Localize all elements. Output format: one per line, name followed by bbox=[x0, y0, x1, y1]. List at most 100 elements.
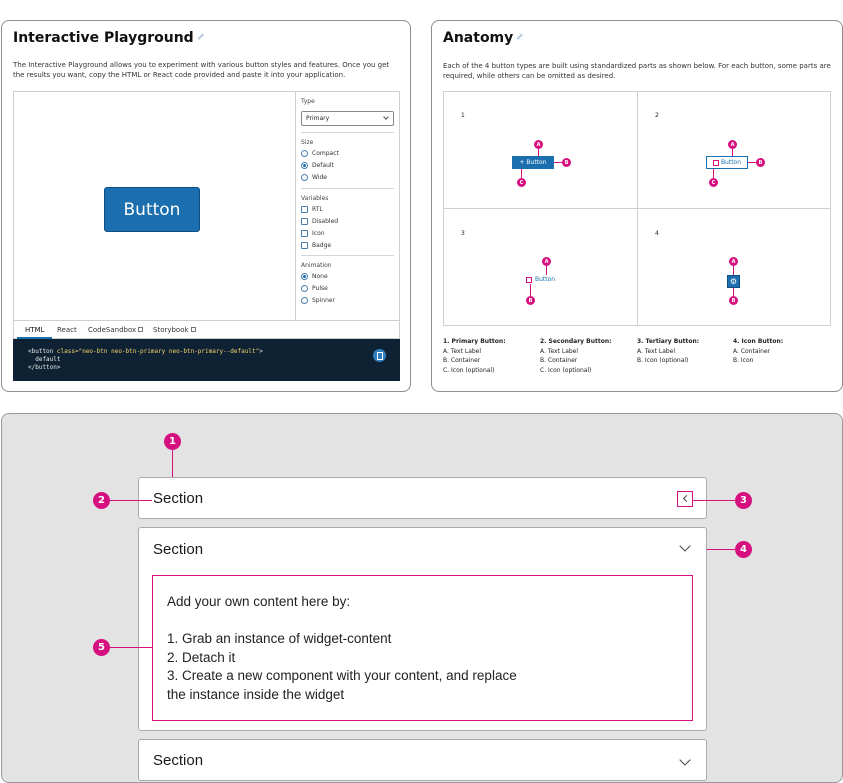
tab-react[interactable]: React bbox=[57, 326, 77, 334]
option-label: RTL bbox=[312, 206, 323, 213]
code-line: </button> bbox=[28, 364, 61, 371]
marker-b: B bbox=[729, 296, 738, 305]
legend-item: C. Icon (optional) bbox=[540, 366, 592, 374]
radio-icon bbox=[301, 174, 308, 181]
size-label: Size bbox=[301, 139, 314, 146]
code-snippet[interactable]: <button class="neo-btn neo-btn-primary n… bbox=[13, 339, 400, 381]
type-select[interactable]: Primary bbox=[301, 111, 394, 126]
legend-item: C. Icon (optional) bbox=[443, 366, 495, 374]
section-title: Section bbox=[153, 541, 204, 558]
code-token: > bbox=[259, 348, 263, 355]
marker-a: A bbox=[542, 257, 551, 266]
legend-title: 1. Primary Button: bbox=[443, 338, 506, 345]
edit-pencil-icon[interactable] bbox=[516, 33, 527, 43]
legend-title: 4. Icon Button: bbox=[733, 338, 784, 345]
mini-label: Button bbox=[526, 159, 547, 166]
preview-area: Button bbox=[14, 92, 295, 320]
mini-label: Button bbox=[535, 276, 556, 283]
external-link-icon bbox=[138, 327, 144, 332]
marker-a: A bbox=[728, 140, 737, 149]
chevron-left-icon[interactable] bbox=[677, 491, 693, 507]
option-label: Disabled bbox=[312, 218, 339, 225]
legend-item: A. Text Label bbox=[540, 347, 579, 355]
variables-label: Variables bbox=[301, 195, 329, 202]
marker-4: 4 bbox=[735, 541, 752, 558]
marker-b: B bbox=[562, 158, 571, 167]
mini-label: Button bbox=[720, 159, 742, 166]
size-option-compact[interactable]: Compact bbox=[301, 150, 339, 157]
legend-item: B. Container bbox=[540, 357, 578, 364]
options-panel: Type Primary Size Compact Default Wide V… bbox=[295, 92, 400, 320]
anatomy-title: Anatomy bbox=[443, 30, 527, 46]
size-option-default[interactable]: Default bbox=[301, 162, 334, 169]
legend-item: A. Text Label bbox=[443, 347, 482, 355]
code-token: class= bbox=[56, 348, 79, 355]
marker-1: 1 bbox=[164, 433, 181, 450]
marker-5: 5 bbox=[93, 639, 110, 656]
size-option-wide[interactable]: Wide bbox=[301, 174, 327, 181]
radio-selected-icon bbox=[301, 162, 308, 169]
cell-number: 4 bbox=[655, 230, 659, 237]
divider bbox=[444, 208, 830, 209]
anatomy-grid: 1 + Button A B C 2 Button A B C 3 Button… bbox=[443, 91, 831, 326]
chevron-down-icon[interactable] bbox=[679, 540, 691, 552]
divider bbox=[301, 255, 394, 256]
variable-rtl[interactable]: RTL bbox=[301, 206, 323, 213]
legend-item: B. Icon bbox=[733, 357, 754, 364]
copy-icon[interactable] bbox=[373, 349, 386, 362]
plus-icon bbox=[712, 159, 719, 166]
marker-line bbox=[172, 450, 173, 477]
anatomy-primary-button: + Button bbox=[512, 156, 554, 169]
accordion-section-collapsed[interactable]: Section bbox=[138, 477, 707, 519]
anatomy-tertiary-button: Button bbox=[526, 276, 555, 283]
type-select-value: Primary bbox=[306, 115, 330, 122]
animation-option-spinner[interactable]: Spinner bbox=[301, 297, 335, 304]
cell-number: 1 bbox=[461, 112, 465, 119]
marker-line bbox=[748, 162, 756, 163]
option-label: Compact bbox=[312, 150, 339, 157]
animation-option-pulse[interactable]: Pulse bbox=[301, 285, 328, 292]
plus-icon bbox=[526, 276, 532, 283]
preview-button[interactable]: Button bbox=[104, 187, 200, 232]
accordion-section-expanded[interactable]: Section Add your own content here by: 1.… bbox=[138, 527, 707, 731]
checkbox-icon bbox=[301, 230, 308, 237]
marker-line bbox=[110, 647, 152, 648]
chevron-down-icon[interactable] bbox=[679, 754, 691, 766]
anatomy-secondary-button: Button bbox=[706, 156, 748, 169]
checkbox-icon bbox=[301, 206, 308, 213]
marker-2: 2 bbox=[93, 492, 110, 509]
variable-icon[interactable]: Icon bbox=[301, 230, 325, 237]
option-label: Icon bbox=[312, 230, 325, 237]
chevron-down-icon bbox=[383, 114, 389, 120]
radio-icon bbox=[301, 285, 308, 292]
marker-line bbox=[713, 169, 714, 178]
playground-stage: Button Type Primary Size Compact Default… bbox=[13, 91, 400, 339]
tab-storybook[interactable]: Storybook bbox=[153, 326, 196, 334]
radio-icon bbox=[301, 297, 308, 304]
accordion-section-partial[interactable]: Section bbox=[138, 739, 707, 781]
variable-badge[interactable]: Badge bbox=[301, 242, 331, 249]
edit-pencil-icon[interactable] bbox=[197, 33, 208, 43]
tab-label: Storybook bbox=[153, 326, 189, 334]
tab-html[interactable]: HTML bbox=[17, 326, 53, 339]
divider bbox=[301, 132, 394, 133]
external-link-icon bbox=[190, 327, 196, 332]
marker-line bbox=[538, 149, 539, 156]
legend-icon: 4. Icon Button: A. Container B. Icon bbox=[733, 337, 783, 366]
code-token: "neo-btn neo-btn-primary neo-btn-primary… bbox=[78, 348, 260, 355]
marker-a: A bbox=[534, 140, 543, 149]
marker-line bbox=[530, 284, 531, 296]
widget-anatomy-area: 1 Section 2 3 Section Add your own conte… bbox=[1, 413, 843, 783]
tab-codesandbox[interactable]: CodeSandbox bbox=[88, 326, 144, 334]
cell-number: 3 bbox=[461, 230, 465, 237]
marker-c: C bbox=[517, 178, 526, 187]
animation-option-none[interactable]: None bbox=[301, 273, 328, 280]
option-label: Spinner bbox=[312, 297, 336, 304]
section-title: Section bbox=[153, 752, 204, 769]
option-label: Badge bbox=[312, 242, 332, 249]
code-line: default bbox=[28, 356, 61, 363]
checkbox-icon bbox=[301, 218, 308, 225]
legend-item: A. Container bbox=[733, 347, 771, 355]
variable-disabled[interactable]: Disabled bbox=[301, 218, 338, 225]
option-label: None bbox=[312, 273, 328, 280]
